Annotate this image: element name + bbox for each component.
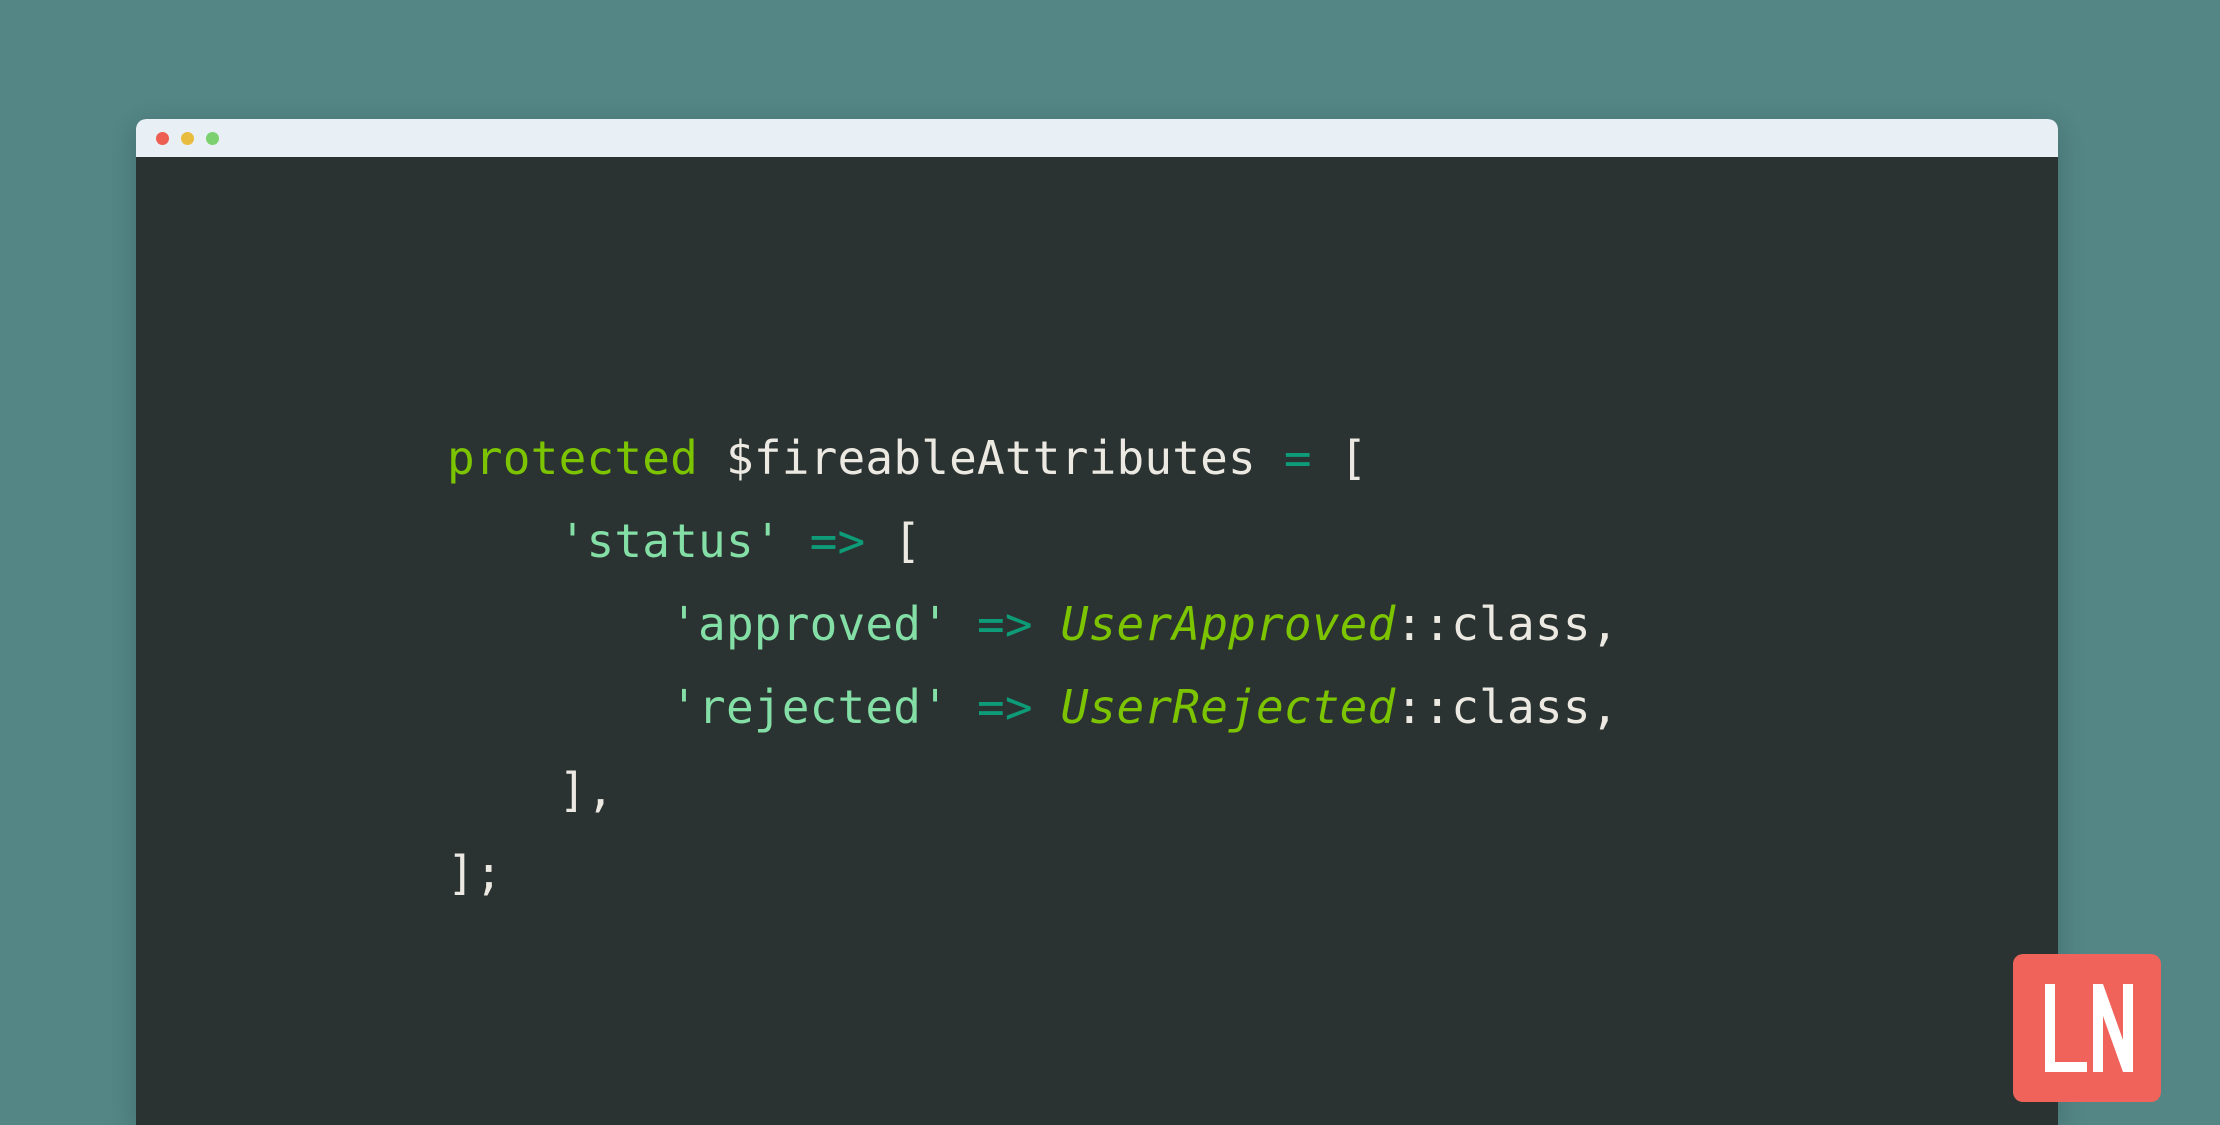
code-token-punct: [ — [893, 514, 922, 568]
minimize-window-button[interactable] — [181, 131, 194, 145]
code-token-keyword: protected — [447, 431, 699, 485]
code-editor-window: protected $fireableAttributes = [ 'statu… — [136, 119, 2058, 1125]
code-line: 'approved' => UserApproved::class, — [447, 583, 1619, 666]
code-line: ]; — [447, 832, 1619, 915]
window-controls — [156, 131, 219, 145]
code-line: protected $fireableAttributes = [ — [447, 417, 1619, 500]
code-token-punct: [ — [1339, 431, 1368, 485]
code-token-class: UserRejected — [1060, 680, 1396, 734]
code-token-punct: ]; — [447, 846, 503, 900]
laravel-news-logo — [2013, 954, 2161, 1102]
screenshot-root: protected $fireableAttributes = [ 'statu… — [0, 0, 2220, 1125]
code-token-punct: ], — [558, 763, 615, 817]
code-line: 'rejected' => UserRejected::class, — [447, 666, 1619, 749]
code-token-plain: $fireableAttributes — [698, 431, 1284, 485]
code-token-operator: => — [977, 597, 1033, 651]
window-titlebar[interactable] — [136, 119, 2058, 157]
code-token-class: UserApproved — [1060, 597, 1396, 651]
code-token-operator: => — [809, 514, 866, 568]
code-token-plain: ::class, — [1395, 597, 1619, 651]
close-window-button[interactable] — [156, 131, 169, 145]
code-token-operator: = — [1283, 431, 1312, 485]
code-token-plain: ::class, — [1395, 680, 1619, 734]
ln-monogram-icon — [2045, 984, 2133, 1072]
maximize-window-button[interactable] — [206, 131, 219, 145]
code-token-string: 'rejected' — [670, 680, 950, 734]
code-line: ], — [447, 749, 1619, 832]
code-editor-area[interactable]: protected $fireableAttributes = [ 'statu… — [136, 157, 2058, 1125]
code-token-string: 'approved' — [670, 597, 950, 651]
code-token-string: 'status' — [558, 514, 782, 568]
code-line: 'status' => [ — [447, 500, 1619, 583]
code-token-operator: => — [977, 680, 1033, 734]
source-code[interactable]: protected $fireableAttributes = [ 'statu… — [447, 417, 1619, 915]
